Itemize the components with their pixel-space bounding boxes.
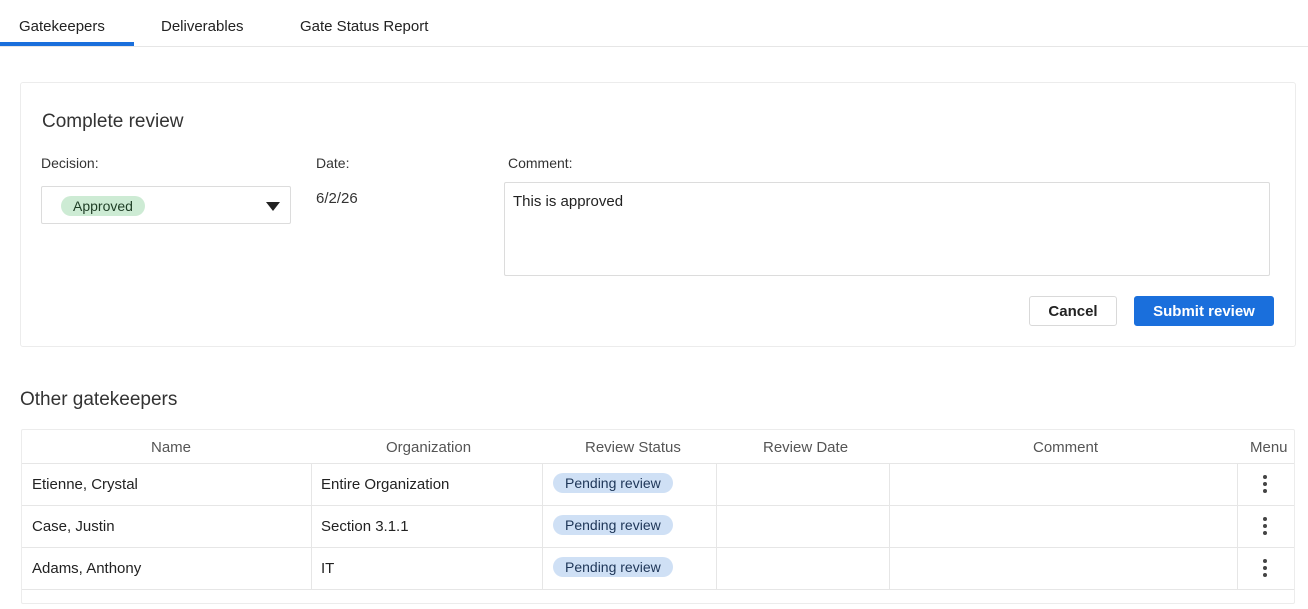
row-organization: Section 3.1.1 <box>321 518 409 535</box>
table-row: Case, Justin Section 3.1.1 Pending revie… <box>22 505 1294 548</box>
other-gatekeepers-title: Other gatekeepers <box>20 389 178 410</box>
row-name: Case, Justin <box>32 518 115 535</box>
column-header-review-date: Review Date <box>763 439 849 456</box>
complete-review-card: Complete review Decision: Date: Comment:… <box>20 82 1296 347</box>
more-vertical-icon[interactable] <box>1258 558 1272 580</box>
active-tab-indicator <box>0 42 134 46</box>
complete-review-title: Complete review <box>42 111 184 132</box>
table-row: Etienne, Crystal Entire Organization Pen… <box>22 463 1294 506</box>
row-organization: IT <box>321 560 335 577</box>
gatekeepers-table: Name Organization Review Status Review D… <box>21 429 1295 604</box>
more-vertical-icon[interactable] <box>1258 516 1272 538</box>
decision-value-badge: Approved <box>61 196 145 216</box>
caret-down-icon <box>266 202 280 211</box>
column-header-review-status: Review Status <box>585 439 681 456</box>
decision-label: Decision: <box>41 155 99 171</box>
status-badge: Pending review <box>553 473 673 493</box>
tab-gate-status-report[interactable]: Gate Status Report <box>300 18 428 35</box>
tab-gatekeepers[interactable]: Gatekeepers <box>19 18 105 35</box>
date-label: Date: <box>316 155 350 171</box>
tab-bar: Gatekeepers Deliverables Gate Status Rep… <box>0 0 1308 47</box>
status-badge: Pending review <box>553 515 673 535</box>
tab-deliverables[interactable]: Deliverables <box>161 18 244 35</box>
table-footer-row <box>22 589 1294 603</box>
date-value: 6/2/26 <box>316 190 358 207</box>
row-name: Etienne, Crystal <box>32 476 138 493</box>
column-header-comment: Comment <box>1033 439 1099 456</box>
more-vertical-icon[interactable] <box>1258 474 1272 496</box>
status-badge: Pending review <box>553 557 673 577</box>
column-header-menu: Menu <box>1250 439 1288 456</box>
table-row: Adams, Anthony IT Pending review <box>22 547 1294 590</box>
row-organization: Entire Organization <box>321 476 450 493</box>
column-header-name: Name <box>151 439 192 456</box>
decision-select[interactable]: Approved <box>41 186 291 224</box>
row-name: Adams, Anthony <box>32 560 142 577</box>
comment-textarea[interactable]: This is approved <box>504 182 1270 276</box>
submit-review-button[interactable]: Submit review <box>1134 296 1274 326</box>
column-header-organization: Organization <box>386 439 472 456</box>
cancel-button[interactable]: Cancel <box>1029 296 1117 326</box>
comment-label: Comment: <box>508 155 573 171</box>
